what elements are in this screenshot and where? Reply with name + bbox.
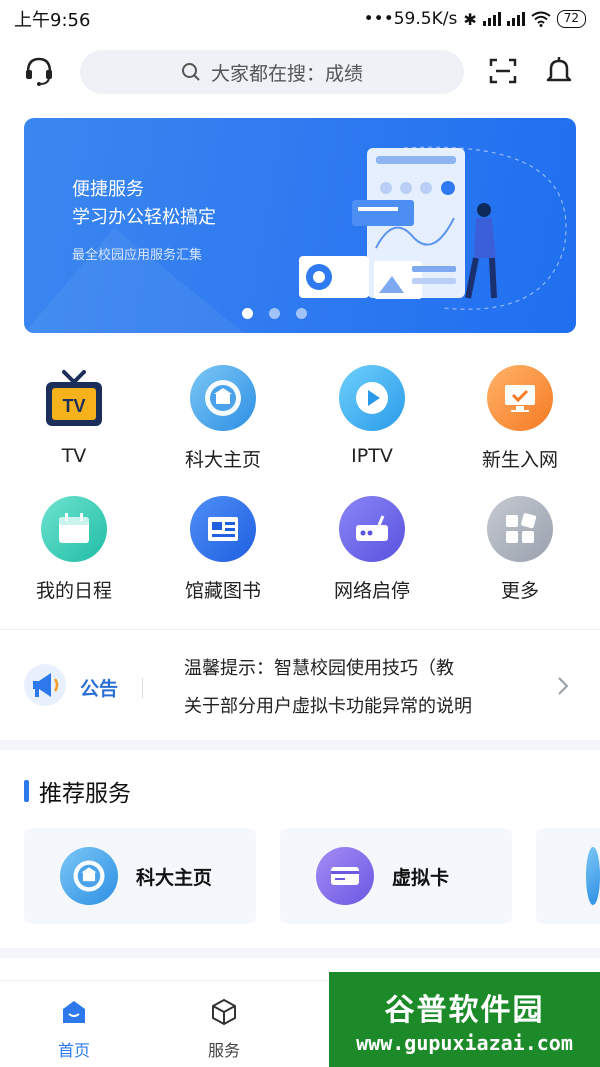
card-label: 科大主页 bbox=[136, 866, 213, 889]
signal-icon bbox=[482, 12, 501, 26]
app-label: 科大主页 bbox=[184, 449, 261, 471]
announcement-item[interactable]: 关于部分用户虚拟卡功能异常的说明 bbox=[184, 692, 472, 718]
banner-dot[interactable] bbox=[296, 308, 307, 319]
banner-title: 便捷服务 学习办公轻松搞定 bbox=[72, 176, 216, 232]
svg-text:TV: TV bbox=[62, 396, 85, 416]
watermark-text: 谷普软件园 bbox=[384, 992, 545, 1028]
nav-home[interactable]: 首页 bbox=[24, 997, 124, 1061]
chevron-right-icon[interactable] bbox=[556, 675, 570, 697]
banner-pagination bbox=[242, 308, 307, 319]
app-label: 我的日程 bbox=[35, 580, 112, 602]
status-time: 上午9:56 bbox=[14, 10, 91, 31]
search-icon bbox=[181, 63, 200, 81]
app-label: TV bbox=[61, 445, 87, 467]
app-network-toggle[interactable]: 网络启停 bbox=[302, 496, 442, 606]
card-icon bbox=[316, 847, 374, 905]
megaphone-icon bbox=[24, 664, 66, 706]
top-header: 大家都在搜：成绩 bbox=[0, 46, 600, 98]
more-grid-icon bbox=[487, 496, 553, 562]
app-label: 馆藏图书 bbox=[184, 580, 261, 602]
card-icon bbox=[586, 847, 600, 905]
app-my-schedule[interactable]: 我的日程 bbox=[4, 496, 144, 606]
watermark-logo: 谷普软件园 www.gupuxiazai.com bbox=[329, 972, 600, 1067]
nav-services[interactable]: 服务 bbox=[174, 997, 274, 1061]
section-accent-bar bbox=[24, 780, 29, 802]
section-gap bbox=[0, 948, 600, 958]
network-speed: •••59.5K/s bbox=[363, 9, 458, 29]
scan-icon[interactable] bbox=[484, 52, 522, 90]
cube-icon bbox=[212, 999, 236, 1025]
calendar-icon bbox=[41, 496, 107, 562]
home-icon bbox=[63, 1001, 85, 1023]
school-logo-icon bbox=[60, 847, 118, 905]
nav-label: 服务 bbox=[207, 1041, 240, 1060]
announcement-label: 公告 bbox=[80, 678, 119, 700]
announcement-bar[interactable]: 公告 温馨提示：智慧校园使用技巧（教 关于部分用户虚拟卡功能异常的说明 bbox=[0, 632, 600, 740]
recommended-card-school-homepage[interactable]: 科大主页 bbox=[24, 828, 256, 924]
nav-label: 首页 bbox=[57, 1041, 90, 1060]
monitor-check-icon bbox=[487, 365, 553, 431]
customer-service-icon[interactable] bbox=[20, 52, 58, 90]
banner-dot-active[interactable] bbox=[242, 308, 253, 319]
notification-bell-icon[interactable] bbox=[540, 52, 578, 90]
app-label: IPTV bbox=[351, 445, 393, 467]
banner-title-line2: 学习办公轻松搞定 bbox=[72, 207, 216, 228]
announcement-item[interactable]: 温馨提示：智慧校园使用技巧（教 bbox=[184, 654, 454, 680]
battery-indicator: 72 bbox=[556, 10, 586, 28]
play-icon bbox=[339, 365, 405, 431]
section-title: 推荐服务 bbox=[39, 781, 131, 807]
section-gap bbox=[0, 740, 600, 750]
app-label: 新生入网 bbox=[481, 449, 558, 471]
tv-icon: TV bbox=[41, 365, 107, 431]
promo-banner[interactable]: 便捷服务 学习办公轻松搞定 最全校园应用服务汇集 bbox=[24, 118, 576, 333]
status-indicators: •••59.5K/s ✱ 72 bbox=[364, 9, 586, 29]
card-label: 虚拟卡 bbox=[392, 866, 450, 889]
recommended-card-partial[interactable] bbox=[536, 828, 600, 924]
app-school-homepage[interactable]: 科大主页 bbox=[153, 365, 293, 475]
banner-subtitle: 最全校园应用服务汇集 bbox=[72, 248, 203, 263]
watermark-url: www.gupuxiazai.com bbox=[356, 1030, 573, 1055]
search-placeholder: 大家都在搜：成绩 bbox=[210, 62, 363, 85]
bluetooth-icon: ✱ bbox=[463, 9, 477, 29]
app-iptv[interactable]: IPTV bbox=[302, 365, 442, 475]
status-bar: 上午9:56 •••59.5K/s ✱ 72 bbox=[0, 0, 600, 38]
wifi-icon bbox=[531, 11, 551, 27]
router-icon bbox=[339, 496, 405, 562]
library-card-icon bbox=[190, 496, 256, 562]
app-tv[interactable]: TV TV bbox=[4, 365, 144, 475]
school-logo-icon bbox=[190, 365, 256, 431]
recommended-card-virtual-card[interactable]: 虚拟卡 bbox=[280, 828, 512, 924]
app-library-books[interactable]: 馆藏图书 bbox=[153, 496, 293, 606]
app-more[interactable]: 更多 bbox=[450, 496, 590, 606]
app-new-student-network[interactable]: 新生入网 bbox=[450, 365, 590, 475]
divider bbox=[0, 629, 600, 630]
recommended-section-header: 推荐服务 bbox=[24, 774, 131, 808]
banner-dot[interactable] bbox=[269, 308, 280, 319]
search-bar[interactable]: 大家都在搜：成绩 bbox=[80, 50, 464, 94]
signal-icon bbox=[506, 12, 525, 26]
app-label: 网络启停 bbox=[333, 580, 410, 602]
banner-title-line1: 便捷服务 bbox=[72, 179, 144, 200]
divider bbox=[142, 678, 143, 698]
app-label: 更多 bbox=[500, 580, 539, 602]
